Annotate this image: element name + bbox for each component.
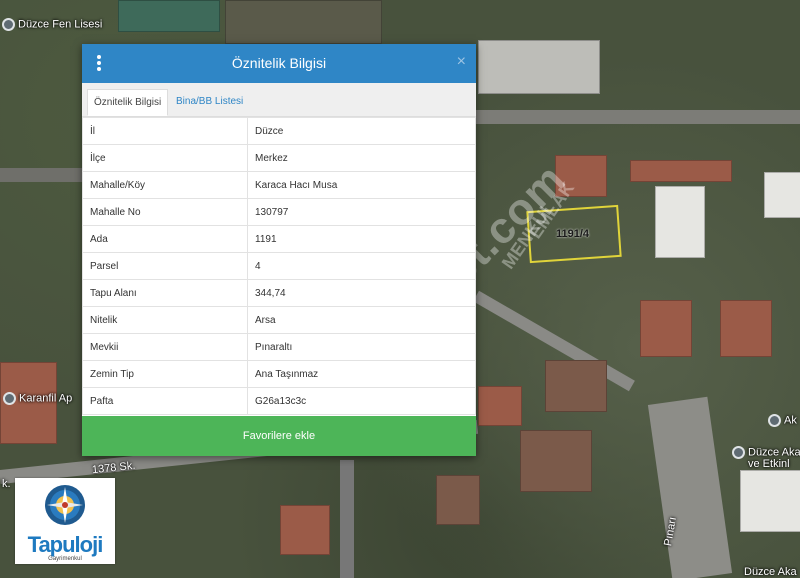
place-pin-icon: [3, 392, 16, 405]
attribute-value: Karaca Hacı Musa: [247, 171, 476, 199]
street-label-left: k.: [2, 478, 11, 490]
compass-logo-icon: [45, 485, 85, 525]
attribute-dialog: Öznitelik Bilgisi × Öznitelik Bilgisi Bi…: [82, 44, 476, 456]
attribute-key: İlçe: [82, 144, 248, 172]
attribute-key: Parsel: [82, 252, 248, 280]
school-pin-icon: [2, 18, 15, 31]
tab-bar: Öznitelik Bilgisi Bina/BB Listesi: [82, 83, 476, 117]
attribute-key: Tapu Alanı: [82, 279, 248, 307]
attribute-value: 1191: [247, 225, 476, 253]
attribute-key: Pafta: [82, 387, 248, 415]
attribute-value: 4: [247, 252, 476, 280]
building: [655, 186, 705, 258]
place-label-ak[interactable]: Ak: [768, 414, 797, 427]
attribute-value: 130797: [247, 198, 476, 226]
add-favorite-button[interactable]: Favorilere ekle: [82, 416, 476, 456]
place-name: Düzce Fen Lisesi: [18, 18, 103, 31]
building: [520, 430, 592, 492]
place-label-fen-lisesi[interactable]: Düzce Fen Lisesi: [2, 18, 102, 31]
building: [225, 0, 382, 44]
tab-attributes[interactable]: Öznitelik Bilgisi: [87, 89, 169, 116]
tab-building-list[interactable]: Bina/BB Listesi: [170, 89, 249, 116]
attribute-row: Ada 1191: [82, 225, 476, 253]
attribute-key: İl: [82, 117, 248, 145]
attribute-row: Nitelik Arsa: [82, 306, 476, 334]
place-name: Ak: [784, 414, 797, 427]
attribute-key: Mahalle No: [82, 198, 248, 226]
building: [764, 172, 800, 218]
dialog-header: Öznitelik Bilgisi ×: [82, 44, 476, 83]
attribute-value: 344,74: [247, 279, 476, 307]
road: [476, 110, 800, 124]
attribute-value: Pınaraltı: [247, 333, 476, 361]
place-pin-icon: [732, 446, 745, 459]
attribute-row: İlçe Merkez: [82, 144, 476, 172]
place-name: Karanfil Ap: [19, 392, 73, 405]
tapuloji-logo: Tapuloji Gayrimenkul: [15, 478, 115, 564]
place-label-etkinlik: ve Etkinl: [748, 458, 790, 470]
attribute-row: Mevkii Pınaraltı: [82, 333, 476, 361]
building: [478, 386, 522, 426]
attribute-key: Ada: [82, 225, 248, 253]
building: [436, 475, 480, 525]
place-pin-icon: [768, 414, 781, 427]
place-label-karanfil[interactable]: Karanfil Ap: [3, 392, 72, 405]
attribute-row: Mahalle/Köy Karaca Hacı Musa: [82, 171, 476, 199]
attribute-value: Merkez: [247, 144, 476, 172]
place-label-duzce-aka-bottom: Düzce Aka: [744, 566, 797, 578]
logo-name: Tapuloji: [27, 532, 104, 557]
road: [340, 460, 354, 578]
attribute-key: Mahalle/Köy: [82, 171, 248, 199]
building: [630, 160, 732, 182]
attribute-value: G26a13c3c: [247, 387, 476, 415]
attribute-row: Parsel 4: [82, 252, 476, 280]
dialog-title: Öznitelik Bilgisi: [231, 55, 327, 71]
attribute-row: Mahalle No 130797: [82, 198, 476, 226]
logo-subtitle: Gayrimenkul: [48, 556, 82, 562]
attribute-table: İl Düzce İlçe Merkez Mahalle/Köy Karaca Hacı …: [82, 117, 476, 415]
building: [545, 360, 607, 412]
building: [478, 40, 600, 94]
attribute-row: Pafta G26a13c3c: [82, 387, 476, 415]
close-icon[interactable]: ×: [457, 53, 466, 71]
attribute-value: Arsa: [247, 306, 476, 334]
attribute-row: Tapu Alanı 344,74: [82, 279, 476, 307]
building: [640, 300, 692, 357]
place-name: Düzce Aka: [748, 446, 800, 459]
building: [280, 505, 330, 555]
road: [647, 396, 733, 578]
attribute-value: Düzce: [247, 117, 476, 145]
building: [118, 0, 220, 32]
attribute-key: Nitelik: [82, 306, 248, 334]
attribute-key: Mevkii: [82, 333, 248, 361]
building: [720, 300, 772, 357]
attribute-row: İl Düzce: [82, 117, 476, 145]
road: [0, 168, 82, 182]
parcel-label: 1191/4: [556, 228, 590, 240]
attribute-row: Zemin Tip Ana Taşınmaz: [82, 360, 476, 388]
building: [740, 470, 800, 532]
attribute-value: Ana Taşınmaz: [247, 360, 476, 388]
attribute-key: Zemin Tip: [82, 360, 248, 388]
